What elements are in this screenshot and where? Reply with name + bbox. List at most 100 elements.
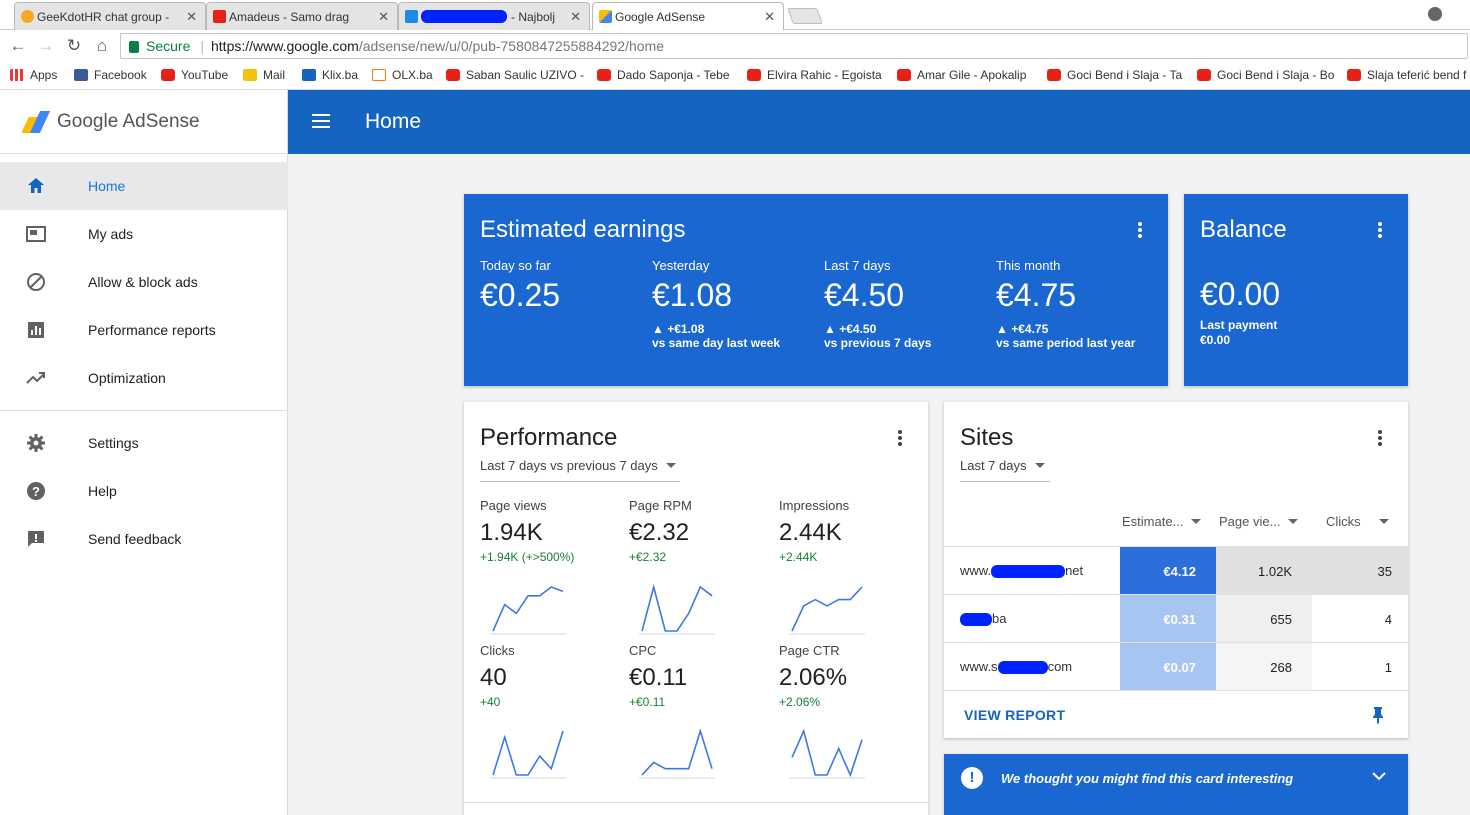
sidebar-item-optimization[interactable]: Optimization (0, 354, 288, 402)
last-payment-label: Last payment (1200, 318, 1278, 332)
sidebar-item-settings[interactable]: Settings (0, 419, 288, 467)
browser-toolbar: ← → ↻ ⌂ Secure | https://www.google.com /… (0, 30, 1470, 62)
sidebar-item-label: My ads (88, 226, 134, 242)
perf-metric-page-ctr: Page CTR 2.06% +2.06% (779, 643, 919, 709)
more-vert-icon[interactable] (897, 429, 903, 447)
tip-card[interactable]: ! We thought you might find this card in… (944, 754, 1408, 815)
pin-icon[interactable] (1372, 706, 1384, 724)
bookmark-item[interactable]: Goci Bend i Slaja - Bo (1197, 68, 1334, 82)
view-report-link[interactable]: VIEW REPORT (964, 707, 1065, 723)
trending-up-icon (26, 368, 46, 388)
sparkline (490, 730, 566, 779)
page-title: Home (365, 110, 422, 133)
sidebar-item-my-ads[interactable]: My ads (0, 210, 288, 258)
chevron-down-icon[interactable] (1372, 768, 1386, 786)
metric-label: Yesterday (652, 258, 710, 273)
table-row[interactable]: www.s com €0.07 268 1 (944, 642, 1408, 691)
performance-card: Performance Last 7 days vs previous 7 da… (464, 402, 928, 815)
hamburger-menu-icon[interactable] (312, 114, 330, 128)
bookmark-item[interactable]: Amar Gile - Apokalip (897, 68, 1026, 82)
bookmark-item[interactable]: Dado Saponja - Tebe (597, 68, 730, 82)
close-icon[interactable]: ✕ (570, 9, 581, 25)
forward-arrow-icon[interactable]: → (36, 36, 56, 56)
browser-tab-active[interactable]: Google AdSense ✕ (592, 2, 784, 31)
bookmark-mail[interactable]: Mail (243, 68, 285, 82)
close-icon[interactable]: ✕ (764, 9, 775, 25)
site-prefix: www.s (960, 659, 998, 674)
bookmark-youtube[interactable]: YouTube (161, 68, 228, 82)
bookmark-klix[interactable]: Klix.ba (302, 68, 358, 82)
date-range-dropdown[interactable]: Last 7 days (960, 458, 1050, 482)
bookmark-item[interactable]: Elvira Rahic - Egoista (747, 68, 882, 82)
date-range-dropdown[interactable]: Last 7 days vs previous 7 days (480, 458, 680, 482)
dropdown-label: Last 7 days vs previous 7 days (480, 458, 658, 473)
mail-icon (243, 69, 257, 81)
more-vert-icon[interactable] (1377, 221, 1383, 239)
youtube-icon (747, 69, 761, 81)
bookmark-olx[interactable]: OLX.ba (372, 68, 433, 82)
sidebar-item-label: Settings (88, 435, 139, 451)
close-icon[interactable]: ✕ (186, 9, 197, 25)
sidebar-item-label: Help (88, 483, 117, 499)
bookmark-apps[interactable]: Apps (10, 68, 57, 82)
sidebar-item-label: Performance reports (88, 322, 216, 338)
metric-value: €4.75 (996, 277, 1077, 313)
perf-metric-cpc: CPC €0.11 +€0.11 (629, 643, 769, 709)
browser-tab[interactable]: Amadeus - Samo drag ✕ (206, 2, 398, 30)
browser-tab[interactable]: - Najbolj ✕ (398, 2, 590, 30)
table-row[interactable]: ba €0.31 655 4 (944, 594, 1408, 643)
bookmark-item[interactable]: Goci Bend i Slaja - Ta (1047, 68, 1182, 82)
metric-label: CPC (629, 643, 657, 658)
reload-icon[interactable]: ↻ (64, 36, 84, 56)
redacted-text (421, 10, 507, 23)
block-icon (26, 272, 46, 292)
last-payment-value: €0.00 (1200, 333, 1231, 347)
sidebar-item-label: Optimization (88, 370, 166, 386)
bookmark-label: Elvira Rahic - Egoista (767, 68, 882, 82)
sidebar-item-performance-reports[interactable]: Performance reports (0, 306, 288, 354)
new-tab-button[interactable] (787, 8, 823, 24)
sidebar-item-send-feedback[interactable]: Send feedback (0, 515, 288, 563)
site-suffix: com (1047, 659, 1073, 674)
earnings-cell: €0.31 (1120, 595, 1216, 643)
perf-metric-page-rpm: Page RPM €2.32 +€2.32 (629, 498, 769, 564)
back-arrow-icon[interactable]: ← (8, 36, 28, 56)
browser-tab[interactable]: GeeKdotHR chat group - ✕ (14, 2, 206, 30)
secure-label: Secure (146, 38, 191, 54)
card-divider (944, 690, 1408, 691)
metric-label: Page CTR (779, 643, 840, 658)
column-header-page-views[interactable]: Page vie... (1219, 514, 1299, 529)
address-bar[interactable]: Secure | https://www.google.com/adsense/… (120, 33, 1468, 59)
close-icon[interactable]: ✕ (378, 9, 389, 25)
bookmark-item[interactable]: Slaja teferić bend f (1347, 68, 1470, 82)
bookmark-label: Goci Bend i Slaja - Bo (1217, 68, 1335, 82)
brand-logo[interactable]: Google AdSense (0, 90, 288, 154)
sidebar-item-home[interactable]: Home (0, 162, 288, 210)
help-icon: ? (26, 481, 46, 501)
gear-icon (26, 433, 46, 453)
sidebar-item-help[interactable]: ? Help (0, 467, 288, 515)
more-vert-icon[interactable] (1377, 429, 1383, 447)
metric-delta: +2.44K (779, 550, 818, 564)
column-header-earnings[interactable]: Estimate... (1122, 514, 1202, 529)
bookmark-facebook[interactable]: Facebook (74, 68, 147, 82)
table-row[interactable]: www. net €4.12 1.02K 35 (944, 546, 1408, 595)
clicks-cell: 35 (1312, 547, 1408, 595)
lock-icon (129, 41, 139, 53)
earnings-cell: €0.07 (1120, 643, 1216, 691)
chevron-down-icon (1191, 519, 1202, 524)
site-suffix: ba (992, 611, 1007, 626)
metric-value: €1.08 (652, 277, 733, 313)
home-icon[interactable]: ⌂ (92, 36, 112, 56)
bookmark-item[interactable]: Saban Saulic UZIVO - (446, 68, 584, 82)
balance-card: Balance €0.00 Last payment €0.00 (1184, 194, 1408, 386)
sidebar-item-allow-block-ads[interactable]: Allow & block ads (0, 258, 288, 306)
url-host: https://www.google.com (211, 38, 359, 54)
youtube-icon (897, 69, 911, 81)
more-vert-icon[interactable] (1137, 221, 1143, 239)
perf-metric-impressions: Impressions 2.44K +2.44K (779, 498, 919, 564)
bar-chart-icon (26, 320, 46, 340)
column-header-clicks[interactable]: Clicks (1326, 514, 1389, 529)
sidebar-item-label: Home (88, 178, 126, 194)
profile-icon[interactable] (1428, 7, 1442, 21)
